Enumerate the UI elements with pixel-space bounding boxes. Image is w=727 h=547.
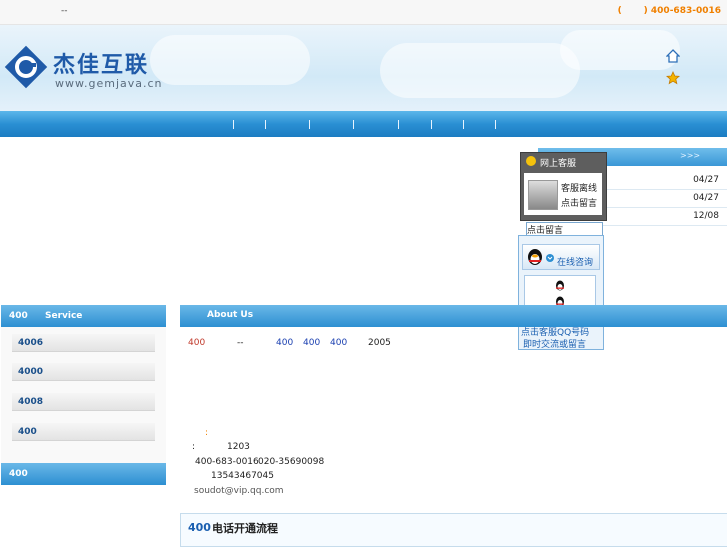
about-year: 2005 [368, 338, 391, 348]
online-consult-link[interactable]: 在线咨询 [557, 255, 593, 268]
about-content: 400 -- 400 400 400 2005 : : 1203 400-683… [180, 328, 727, 503]
main-nav [0, 111, 727, 137]
smiley-icon [526, 156, 536, 166]
hotline-paren-open: ( [617, 6, 622, 16]
about-num: 400 [188, 338, 206, 348]
service-tab-label: 400 [18, 427, 37, 437]
about-header: About Us [180, 305, 727, 327]
agent-avatar [528, 180, 558, 210]
service-tab-label: 4006 [18, 338, 44, 348]
logo-text[interactable]: 杰佳互联 [53, 47, 149, 79]
news-date: 04/27 [693, 193, 719, 203]
phone-number: 020-35690098 [258, 457, 325, 467]
service-header-title: Service [45, 311, 83, 321]
mobile-number: 13543467045 [211, 471, 274, 481]
qq-penguin-icon [528, 249, 542, 265]
email[interactable]: soudot@vip.qq.com [194, 486, 284, 496]
online-service-title: 网上客服 [540, 159, 577, 169]
service-tab-label: 4008 [18, 397, 44, 407]
star-icon[interactable] [666, 71, 680, 85]
service-tab[interactable]: 400 [12, 423, 155, 441]
nav-separator [495, 120, 496, 129]
nav-separator [265, 120, 266, 129]
contact-colon: : [205, 428, 209, 438]
about-dash: -- [237, 338, 244, 348]
nav-separator [398, 120, 399, 129]
news-more-link[interactable]: >>> [680, 151, 700, 160]
news-date: 04/27 [693, 175, 719, 185]
nav-separator [463, 120, 464, 129]
service-tab[interactable]: 4006 [12, 334, 155, 352]
flow-num: 400 [188, 521, 211, 534]
service-tab[interactable]: 4000 [12, 363, 155, 381]
hotline-paren-close: ) [643, 6, 648, 16]
service-tab-label: 4000 [18, 367, 44, 377]
about-header-title: About Us [207, 310, 254, 320]
top-bar: -- ( ) 400-683-0016 [0, 0, 727, 25]
nav-separator [309, 120, 310, 129]
nav-separator [233, 120, 234, 129]
home-icon[interactable] [666, 49, 680, 63]
cloud-decoration [380, 43, 580, 98]
hotline-number: 400-683-0016 [650, 6, 721, 16]
flow-title: 电话开通流程 [212, 522, 278, 535]
address-number: 1203 [227, 442, 250, 452]
chevron-down-icon [546, 254, 554, 262]
about-num: 400 [303, 338, 321, 348]
logo-url: www.gemjava.cn [55, 77, 163, 90]
flow-section: 400 电话开通流程 [180, 513, 727, 547]
cloud-decoration [560, 30, 680, 70]
top-bar-text: -- [61, 6, 68, 16]
secondary-header-num: 400 [9, 469, 28, 479]
about-num: 400 [330, 338, 348, 348]
qq-penguin-icon[interactable] [555, 280, 565, 291]
phone-number: 400-683-0016 [195, 457, 259, 467]
leave-message-link[interactable]: 点击留言 [561, 196, 597, 209]
nav-separator [353, 120, 354, 129]
agent-offline-label: 客服离线 [561, 184, 598, 194]
service-header: 400 Service [1, 305, 166, 327]
nav-separator [431, 120, 432, 129]
about-num: 400 [276, 338, 294, 348]
service-header-num: 400 [9, 311, 28, 321]
service-tab[interactable]: 4008 [12, 393, 155, 411]
news-date: 12/08 [693, 211, 719, 221]
secondary-header: 400 [1, 463, 166, 485]
hotline: ( ) 400-683-0016 [618, 6, 721, 16]
logo-icon[interactable] [4, 45, 48, 89]
left-sidebar [1, 305, 166, 465]
address-colon: : [192, 442, 196, 452]
cloud-decoration [150, 35, 310, 85]
